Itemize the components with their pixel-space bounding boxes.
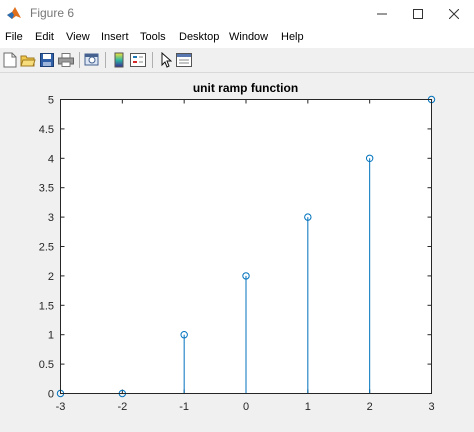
open-file-icon	[20, 55, 36, 67]
menu-help[interactable]: Help	[279, 31, 306, 43]
menu-window[interactable]: Window	[227, 31, 270, 43]
x-tick-label: -1	[179, 401, 189, 413]
new-figure-button[interactable]	[1, 51, 19, 69]
x-tick-label: -2	[117, 401, 127, 413]
x-tick-label: 2	[367, 401, 373, 413]
select-arrow-button[interactable]	[157, 51, 175, 69]
y-tick-label: 2.5	[39, 242, 54, 254]
close-icon	[449, 9, 459, 19]
window-titlebar: Figure 6	[0, 0, 474, 28]
maximize-icon	[413, 9, 423, 19]
toolbar-separator	[79, 52, 80, 68]
y-tick-label: 1	[48, 330, 54, 342]
close-button[interactable]	[434, 0, 474, 28]
stem-plot: -3 -2 -1 0 1 2 3 0 0.5 1 1.5 2 2.5 3 3.5 4 4.5 5 unit ram…	[39, 81, 436, 413]
x-tick-label: 1	[305, 401, 311, 413]
legend-button[interactable]	[129, 51, 147, 69]
x-tick-label: 0	[243, 401, 249, 413]
toolbar-separator	[105, 52, 106, 68]
y-tick-label: 0.5	[39, 359, 54, 371]
colorbar-icon	[114, 52, 124, 68]
menu-tools[interactable]: Tools	[138, 31, 168, 43]
y-tick-label: 3	[48, 212, 54, 224]
zoom-figure-button[interactable]	[83, 51, 101, 69]
y-tick-label: 0	[48, 389, 54, 401]
toolbar-separator	[152, 52, 153, 68]
x-tick-label: -3	[56, 401, 66, 413]
window-title: Figure 6	[30, 6, 75, 20]
print-icon	[58, 53, 74, 67]
zoom-figure-icon	[84, 53, 99, 66]
save-icon	[40, 53, 54, 67]
minimize-icon	[377, 13, 387, 15]
figure-canvas: -3 -2 -1 0 1 2 3 0 0.5 1 1.5 2 2.5 3 3.5 4 4.5 5 unit ram…	[0, 73, 474, 432]
x-tick-label: 3	[428, 401, 434, 413]
figure-toolbar	[0, 48, 474, 73]
chart-title: unit ramp function	[193, 81, 298, 95]
menu-view[interactable]: View	[64, 31, 92, 43]
minimize-button[interactable]	[362, 0, 402, 28]
colorbar-button[interactable]	[110, 51, 128, 69]
matlab-logo-icon	[7, 7, 21, 19]
y-tick-label: 1.5	[39, 300, 54, 312]
y-tick-label: 3.5	[39, 183, 54, 195]
new-figure-icon	[3, 52, 17, 68]
print-button[interactable]	[57, 51, 75, 69]
menu-desktop[interactable]: Desktop	[177, 31, 221, 43]
legend-icon	[130, 53, 146, 67]
y-tick-label: 5	[48, 95, 54, 107]
property-editor-icon	[176, 53, 192, 67]
y-tick-label: 2	[48, 271, 54, 283]
property-editor-button[interactable]	[175, 51, 193, 69]
menu-file[interactable]: File	[3, 31, 25, 43]
menu-insert[interactable]: Insert	[99, 31, 131, 43]
y-tick-label: 4	[48, 153, 54, 165]
maximize-button[interactable]	[398, 0, 438, 28]
save-button[interactable]	[38, 51, 56, 69]
menu-edit[interactable]: Edit	[33, 31, 56, 43]
open-file-button[interactable]	[19, 51, 37, 69]
menu-bar: File Edit View Insert Tools Desktop Wind…	[0, 28, 474, 48]
y-tick-label: 4.5	[39, 124, 54, 136]
select-arrow-icon	[161, 52, 172, 68]
